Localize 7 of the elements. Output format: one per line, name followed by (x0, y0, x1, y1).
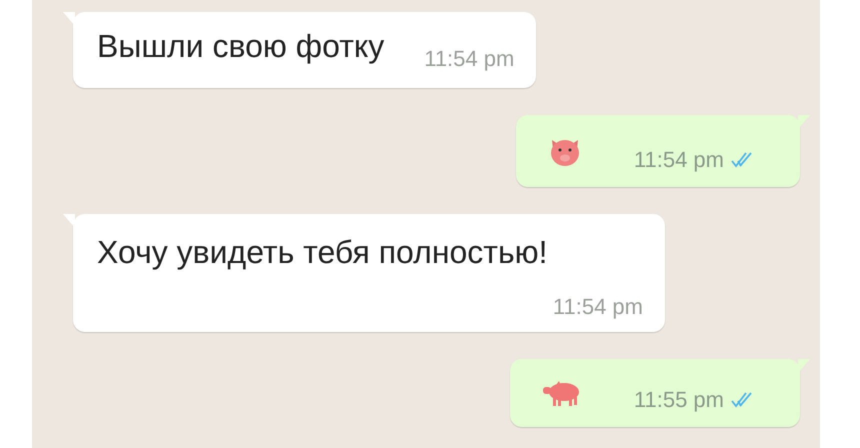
message-time: 11:54 pm (634, 147, 724, 173)
message-time: 11:54 pm (424, 46, 514, 72)
pig-icon (542, 381, 582, 407)
message-text: Вышли свою фотку (97, 27, 384, 66)
message-time: 11:55 pm (634, 387, 724, 413)
message-text: Хочу увидеть тебя полностью! (97, 233, 548, 272)
message-time: 11:54 pm (552, 294, 643, 320)
